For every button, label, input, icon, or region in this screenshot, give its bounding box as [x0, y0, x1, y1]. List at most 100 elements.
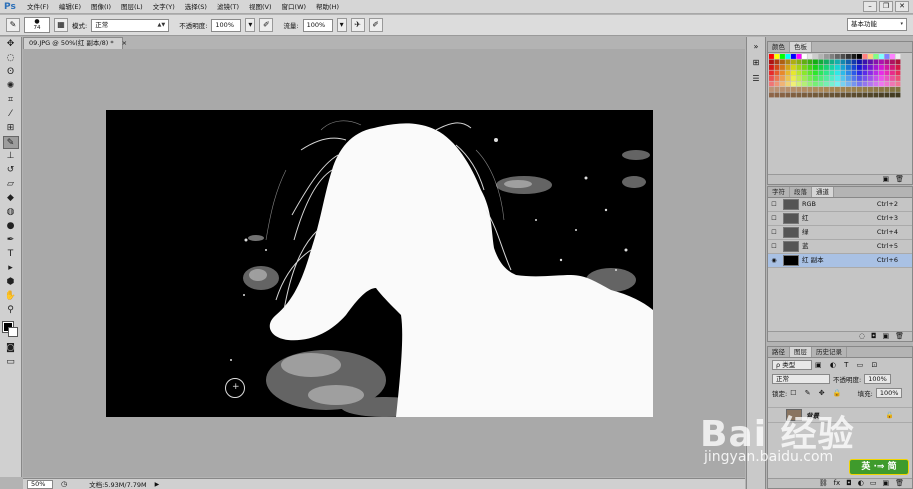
swatch-cell[interactable]	[829, 65, 835, 70]
swatch-cell[interactable]	[818, 54, 824, 59]
swatch-cell[interactable]	[818, 65, 824, 70]
swatch-cell[interactable]	[829, 87, 835, 92]
swatch-cell[interactable]	[796, 87, 802, 92]
swatch-cell[interactable]	[769, 92, 774, 98]
swatch-cell[interactable]	[890, 92, 895, 98]
path-select-tool-icon[interactable]: ▸	[3, 262, 19, 275]
airbrush-icon[interactable]: ✈	[350, 18, 365, 32]
swatch-cell[interactable]	[868, 81, 873, 87]
swatch-cell[interactable]	[879, 65, 884, 70]
filter-icons[interactable]: ▣ ◐ T ▭ ⊡	[815, 361, 880, 369]
brush-tool-icon[interactable]: ✎	[2, 136, 19, 149]
swatch-cell[interactable]	[862, 87, 868, 92]
swatch-cell[interactable]	[774, 81, 780, 87]
swatch-cell[interactable]	[851, 87, 857, 92]
swatch-cell[interactable]	[807, 59, 813, 65]
swatch-cell[interactable]	[857, 87, 862, 92]
lasso-tool-icon[interactable]: ʘ	[3, 66, 19, 79]
swatch-cell[interactable]	[780, 87, 785, 92]
swatch-cell[interactable]	[785, 92, 791, 98]
move-tool-icon[interactable]: ✥	[3, 38, 19, 51]
swatch-cell[interactable]	[868, 76, 873, 81]
swatch-cell[interactable]	[813, 54, 818, 59]
visibility-toggle[interactable]: ☐	[768, 198, 780, 211]
swatch-cell[interactable]	[851, 59, 857, 65]
swatch-cell[interactable]	[807, 70, 813, 76]
swatch-cell[interactable]	[785, 65, 791, 70]
flow-input[interactable]: 100%	[302, 18, 333, 32]
swatch-cell[interactable]	[868, 92, 873, 98]
swatch-cell[interactable]	[857, 65, 862, 70]
swatch-cell[interactable]	[813, 59, 818, 65]
swatch-cell[interactable]	[862, 54, 868, 59]
link-layers-icon[interactable]: ⛓	[819, 479, 828, 488]
swatch-cell[interactable]	[840, 59, 846, 65]
swatch-cell[interactable]	[840, 76, 846, 81]
swatch-cell[interactable]	[884, 87, 890, 92]
tab-channels[interactable]: 通道	[812, 187, 834, 197]
swatch-cell[interactable]	[873, 54, 879, 59]
swatch-cell[interactable]	[818, 81, 824, 87]
swatch-cell[interactable]	[807, 76, 813, 81]
swatch-cell[interactable]	[835, 87, 840, 92]
new-group-icon[interactable]: ▭	[870, 479, 877, 488]
crop-tool-icon[interactable]: ⌗	[3, 94, 19, 107]
swatch-cell[interactable]	[813, 76, 818, 81]
screen-mode-icon[interactable]: ▭	[3, 356, 19, 369]
swatch-cell[interactable]	[846, 70, 851, 76]
swatch-cell[interactable]	[785, 87, 791, 92]
swatch-cell[interactable]	[895, 59, 901, 65]
swatch-cell[interactable]	[890, 54, 895, 59]
swatch-cell[interactable]	[796, 65, 802, 70]
swatch-cell[interactable]	[851, 70, 857, 76]
swatch-cell[interactable]	[774, 70, 780, 76]
hand-tool-icon[interactable]: ✋	[3, 290, 19, 303]
zoom-input[interactable]: 50%	[27, 479, 53, 489]
swatch-cell[interactable]	[884, 76, 890, 81]
swatch-cell[interactable]	[785, 54, 791, 59]
canvas-area[interactable]: +	[23, 49, 745, 477]
minimize-button[interactable]: –	[863, 1, 877, 12]
menu-select[interactable]: 选择(S)	[180, 0, 212, 14]
swatch-cell[interactable]	[802, 54, 807, 59]
swatch-cell[interactable]	[807, 81, 813, 87]
swatch-cell[interactable]	[780, 76, 785, 81]
swatch-cell[interactable]	[807, 65, 813, 70]
swatch-cell[interactable]	[851, 76, 857, 81]
swatch-cell[interactable]	[873, 76, 879, 81]
delete-channel-icon[interactable]: 🗑	[895, 332, 904, 341]
swatch-cell[interactable]	[835, 54, 840, 59]
pen-tool-icon[interactable]: ✒	[3, 234, 19, 247]
blend-mode-select[interactable]: 正常	[772, 374, 830, 384]
swatch-cell[interactable]	[829, 59, 835, 65]
swatch-cell[interactable]	[857, 70, 862, 76]
swatch-cell[interactable]	[796, 76, 802, 81]
channel-row-red[interactable]: ☐ 红 Ctrl+3	[768, 212, 912, 226]
swatch-cell[interactable]	[791, 81, 796, 87]
swatch-cell[interactable]	[802, 70, 807, 76]
tab-character[interactable]: 字符	[768, 187, 790, 197]
lock-icons[interactable]: ☐ ✎ ✥ 🔒	[790, 389, 844, 397]
swatch-cell[interactable]	[791, 59, 796, 65]
quick-mask-icon[interactable]: ◙	[3, 342, 19, 355]
swatch-cell[interactable]	[884, 81, 890, 87]
swatch-cell[interactable]	[769, 65, 774, 70]
bucket-tool-icon[interactable]: ◆	[3, 192, 19, 205]
swatch-cell[interactable]	[769, 59, 774, 65]
swatch-cell[interactable]	[785, 76, 791, 81]
eye-icon[interactable]: ◉	[768, 254, 780, 267]
swatch-cell[interactable]	[796, 59, 802, 65]
swatch-cell[interactable]	[884, 54, 890, 59]
swatch-cell[interactable]	[813, 81, 818, 87]
new-layer-icon[interactable]: ▣	[882, 479, 889, 488]
swatch-cell[interactable]	[868, 70, 873, 76]
swatch-cell[interactable]	[846, 54, 851, 59]
collapse-panels-icon[interactable]: »	[749, 40, 763, 53]
channel-row-blue[interactable]: ☐ 蓝 Ctrl+5	[768, 240, 912, 254]
swatch-cell[interactable]	[818, 92, 824, 98]
swatch-cell[interactable]	[780, 92, 785, 98]
brush-preset-icon[interactable]: ✎	[6, 18, 20, 32]
swatch-cell[interactable]	[873, 70, 879, 76]
swatch-cell[interactable]	[835, 81, 840, 87]
delete-layer-icon[interactable]: 🗑	[895, 479, 904, 488]
